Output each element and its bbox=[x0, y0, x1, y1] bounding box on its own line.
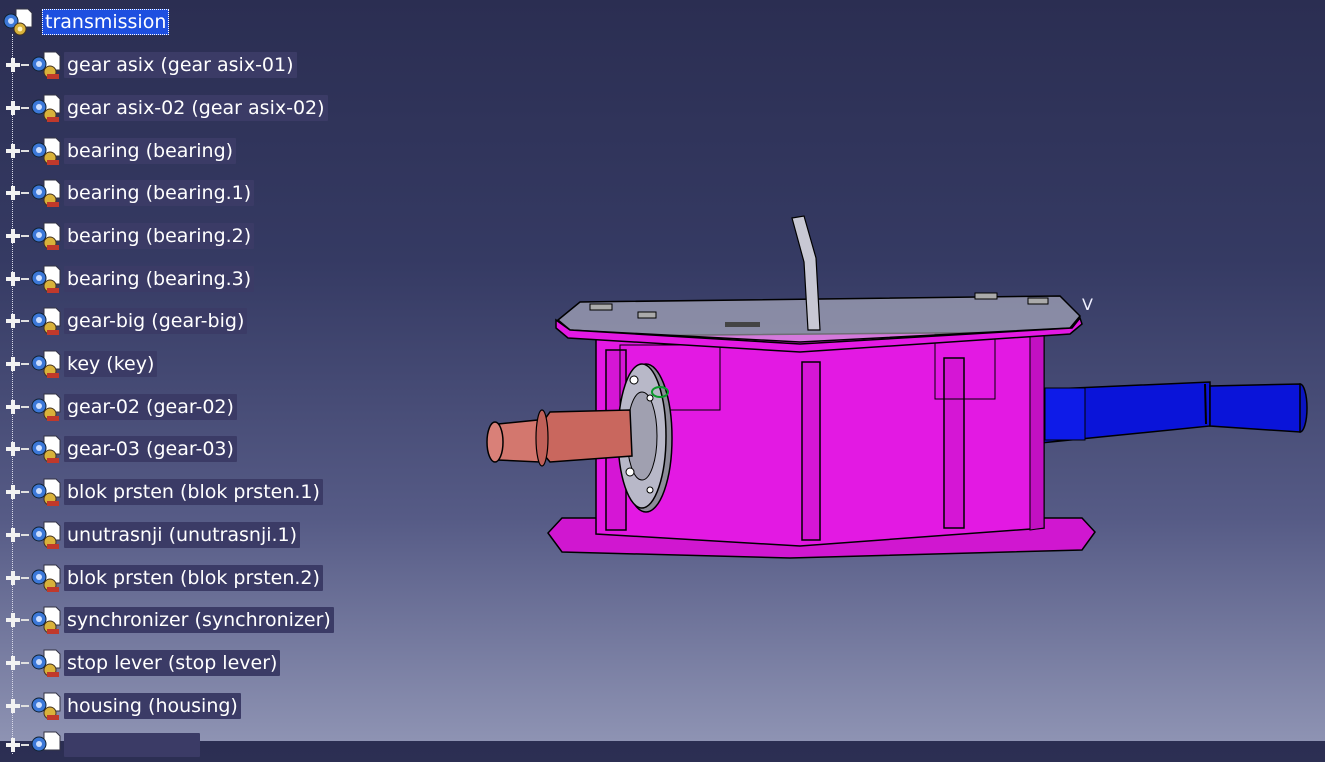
tree-node-label[interactable]: bearing (bearing.2) bbox=[64, 223, 255, 249]
part-gear-icon bbox=[31, 649, 61, 677]
tree-node[interactable]: bearing (bearing.1) bbox=[6, 176, 255, 210]
part-gear-icon bbox=[31, 731, 61, 752]
tree-node-label[interactable]: blok prsten (blok prsten.2) bbox=[64, 565, 323, 591]
part-gear-icon bbox=[31, 478, 61, 506]
tree-node-label[interactable]: synchronizer (synchronizer) bbox=[64, 607, 334, 633]
tree-node[interactable]: gear asix-02 (gear asix-02) bbox=[6, 91, 328, 125]
tree-node[interactable]: stop lever (stop lever) bbox=[6, 646, 281, 680]
part-gear-icon bbox=[31, 94, 61, 122]
part-gear-icon bbox=[31, 393, 61, 421]
tree-branch bbox=[21, 150, 29, 152]
tree-node-label[interactable]: housing (housing) bbox=[64, 693, 241, 719]
tree-branch bbox=[21, 491, 29, 493]
plus-expand-icon[interactable] bbox=[6, 528, 20, 542]
tree-branch bbox=[21, 320, 29, 322]
tree-branch bbox=[21, 662, 29, 664]
tree-branch bbox=[21, 619, 29, 621]
part-gear-icon bbox=[31, 692, 61, 720]
plus-expand-icon[interactable] bbox=[6, 571, 20, 585]
part-gear-icon bbox=[31, 222, 61, 250]
plus-expand-icon[interactable] bbox=[6, 229, 20, 243]
specification-tree[interactable]: transmission gear asix (gear asix-01) ge… bbox=[0, 0, 380, 757]
tree-node-label[interactable]: bearing (bearing) bbox=[64, 138, 237, 164]
tree-node-label[interactable]: bearing (bearing.3) bbox=[64, 266, 255, 292]
tree-node[interactable]: bearing (bearing) bbox=[6, 134, 237, 168]
plus-expand-icon[interactable] bbox=[6, 357, 20, 371]
tree-node-label[interactable]: gear asix (gear asix-01) bbox=[64, 52, 297, 78]
tree-node[interactable]: gear-big (gear-big) bbox=[6, 304, 248, 338]
tree-node[interactable]: key (key) bbox=[6, 347, 158, 381]
tree-node[interactable]: gear-02 (gear-02) bbox=[6, 390, 237, 424]
plus-expand-icon[interactable] bbox=[6, 58, 20, 72]
tree-branch bbox=[21, 448, 29, 450]
tree-node[interactable]: gear-03 (gear-03) bbox=[6, 432, 237, 466]
part-gear-icon bbox=[31, 137, 61, 165]
plus-expand-icon[interactable] bbox=[6, 656, 20, 670]
tree-node-label[interactable]: unutrasnji (unutrasnji.1) bbox=[64, 522, 301, 548]
tree-node-label[interactable] bbox=[64, 733, 200, 757]
part-gear-icon bbox=[31, 51, 61, 79]
tree-node-label[interactable]: gear-big (gear-big) bbox=[64, 308, 248, 334]
tree-node-label[interactable]: gear-02 (gear-02) bbox=[64, 394, 237, 420]
plus-expand-icon[interactable] bbox=[6, 272, 20, 286]
tree-node[interactable]: blok prsten (blok prsten.2) bbox=[6, 561, 323, 595]
plus-expand-icon[interactable] bbox=[6, 613, 20, 627]
part-gear-icon bbox=[31, 350, 61, 378]
axis-label-v: V bbox=[1082, 295, 1093, 314]
tree-branch bbox=[21, 534, 29, 536]
tree-node[interactable] bbox=[6, 728, 200, 762]
tree-branch bbox=[21, 705, 29, 707]
part-gear-icon bbox=[31, 307, 61, 335]
tree-branch bbox=[21, 406, 29, 408]
plus-expand-icon[interactable] bbox=[6, 738, 20, 752]
tree-node-label[interactable]: gear-03 (gear-03) bbox=[64, 436, 237, 462]
tree-branch bbox=[21, 107, 29, 109]
tree-root-transmission[interactable]: transmission bbox=[2, 6, 170, 38]
tree-node[interactable]: blok prsten (blok prsten.1) bbox=[6, 475, 323, 509]
tree-node[interactable]: gear asix (gear asix-01) bbox=[6, 48, 297, 82]
output-shaft[interactable] bbox=[1029, 381, 1308, 445]
part-gear-icon bbox=[31, 564, 61, 592]
tree-node-label[interactable]: gear asix-02 (gear asix-02) bbox=[64, 95, 328, 121]
plus-expand-icon[interactable] bbox=[6, 442, 20, 456]
tree-root-label[interactable]: transmission bbox=[42, 9, 170, 35]
tree-node[interactable]: bearing (bearing.2) bbox=[6, 219, 255, 253]
tree-branch bbox=[21, 744, 29, 746]
part-gear-icon bbox=[31, 521, 61, 549]
tree-node[interactable]: synchronizer (synchronizer) bbox=[6, 603, 334, 637]
plus-expand-icon[interactable] bbox=[6, 485, 20, 499]
transmission-3d-model[interactable]: V bbox=[470, 200, 1320, 580]
plus-expand-icon[interactable] bbox=[6, 101, 20, 115]
tree-node[interactable]: bearing (bearing.3) bbox=[6, 262, 255, 296]
tree-branch bbox=[21, 363, 29, 365]
tree-branch bbox=[21, 577, 29, 579]
plus-expand-icon[interactable] bbox=[6, 314, 20, 328]
input-shaft[interactable] bbox=[486, 409, 633, 467]
plus-expand-icon[interactable] bbox=[6, 699, 20, 713]
product-icon bbox=[3, 8, 33, 36]
plus-expand-icon[interactable] bbox=[6, 144, 20, 158]
tree-branch bbox=[21, 278, 29, 280]
tree-node-label[interactable]: blok prsten (blok prsten.1) bbox=[64, 479, 323, 505]
tree-branch bbox=[21, 192, 29, 194]
tree-node[interactable]: unutrasnji (unutrasnji.1) bbox=[6, 518, 301, 552]
tree-node-label[interactable]: bearing (bearing.1) bbox=[64, 180, 255, 206]
part-gear-icon bbox=[31, 606, 61, 634]
part-gear-icon bbox=[31, 265, 61, 293]
tree-node-label[interactable]: key (key) bbox=[64, 351, 158, 377]
tree-node[interactable]: housing (housing) bbox=[6, 689, 241, 723]
part-gear-icon bbox=[31, 435, 61, 463]
plus-expand-icon[interactable] bbox=[6, 400, 20, 414]
plus-expand-icon[interactable] bbox=[6, 186, 20, 200]
tree-node-label[interactable]: stop lever (stop lever) bbox=[64, 650, 281, 676]
tree-branch bbox=[21, 64, 29, 66]
tree-branch bbox=[21, 235, 29, 237]
part-gear-icon bbox=[31, 179, 61, 207]
